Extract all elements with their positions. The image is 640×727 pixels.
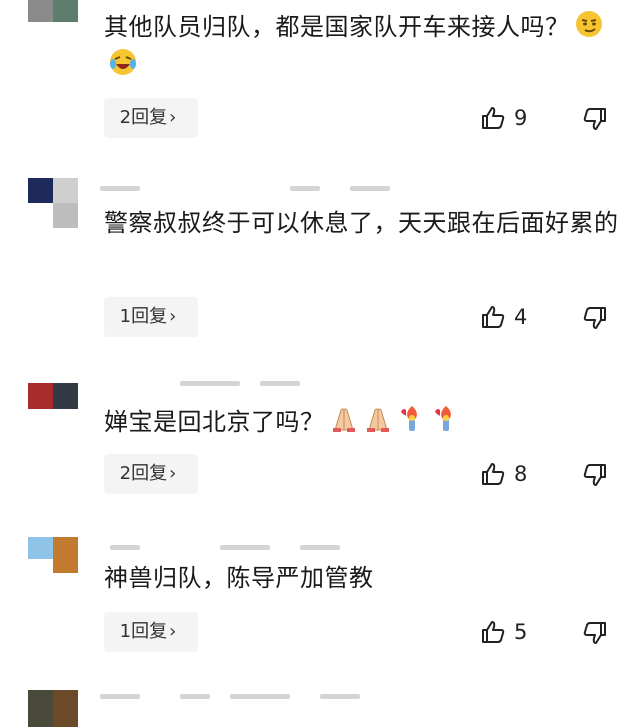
- chevron-right-icon: ›: [169, 107, 177, 128]
- reply-button[interactable]: 2回复 ›: [104, 454, 198, 494]
- torch-heart-emoji: [434, 406, 451, 431]
- dislike-button[interactable]: [582, 297, 612, 337]
- like-count: 4: [514, 305, 528, 329]
- thumbs-down-icon: [583, 622, 606, 644]
- thumbs-up-icon: [482, 306, 505, 328]
- comment-text: 婵宝是回北京了吗？: [104, 403, 624, 441]
- chevron-right-icon: ›: [169, 621, 177, 642]
- like-count: 8: [514, 462, 528, 486]
- comment-text: 其他队员归队，都是国家队开车来接人吗？: [104, 8, 624, 84]
- chevron-right-icon: ›: [169, 306, 177, 327]
- dislike-button[interactable]: [582, 98, 612, 138]
- like-count: 5: [514, 620, 528, 644]
- smirk-emoji: [575, 11, 602, 37]
- torch-heart-emoji: [400, 406, 417, 431]
- avatar[interactable]: [28, 537, 78, 573]
- dislike-button[interactable]: [582, 612, 612, 652]
- comment-text: 神兽归队，陈导严加管教: [104, 564, 374, 592]
- avatar[interactable]: [28, 0, 78, 22]
- like-count: 9: [514, 106, 528, 130]
- like-button[interactable]: 4: [480, 297, 540, 337]
- laugh-cry-emoji: [110, 49, 136, 75]
- like-button[interactable]: 8: [480, 454, 540, 494]
- praying-hands-emoji: [332, 408, 355, 432]
- like-button[interactable]: 5: [480, 612, 540, 652]
- reply-button[interactable]: 2回复 ›: [104, 98, 198, 138]
- chevron-right-icon: ›: [169, 463, 177, 484]
- thumbs-up-icon: [482, 463, 505, 485]
- thumbs-down-icon: [583, 108, 606, 130]
- reply-button[interactable]: 1回复 ›: [104, 297, 198, 337]
- dislike-button[interactable]: [582, 454, 612, 494]
- thumbs-down-icon: [583, 307, 606, 329]
- reply-button[interactable]: 1回复 ›: [104, 612, 198, 652]
- avatar[interactable]: [28, 383, 78, 409]
- thumbs-up-icon: [482, 107, 505, 129]
- praying-hands-emoji: [366, 408, 389, 432]
- thumbs-down-icon: [583, 464, 606, 486]
- thumbs-up-icon: [482, 621, 505, 643]
- avatar[interactable]: [28, 178, 78, 228]
- comment-text: 警察叔叔终于可以休息了，天天跟在后面好累的: [104, 209, 619, 237]
- like-button[interactable]: 9: [480, 98, 540, 138]
- avatar[interactable]: [28, 690, 78, 727]
